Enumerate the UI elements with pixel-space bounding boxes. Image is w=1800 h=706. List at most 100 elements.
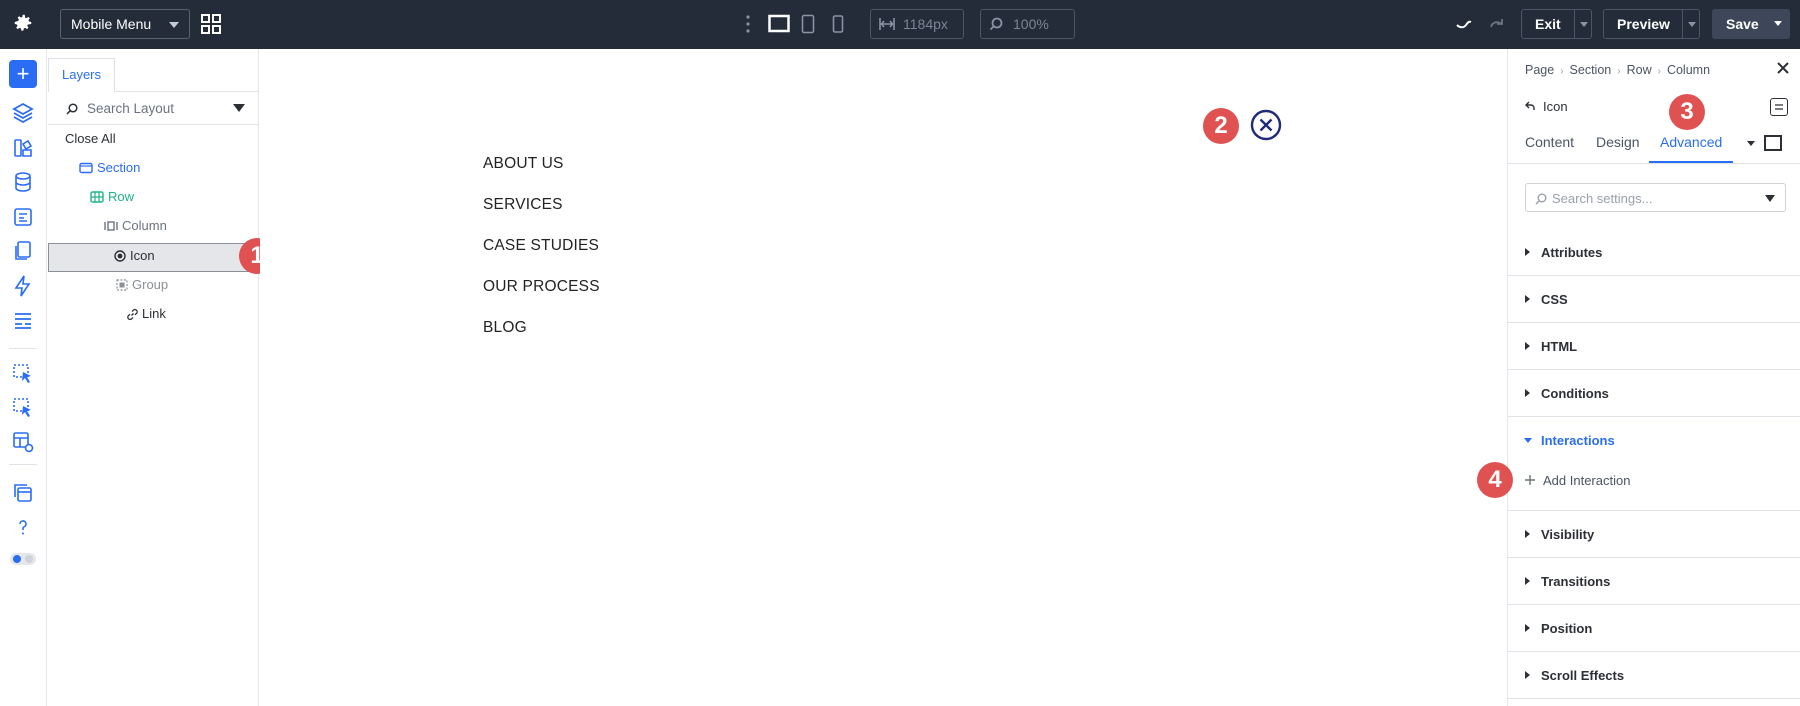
chevron-right-icon: ›	[1617, 66, 1621, 77]
chevron-down-icon[interactable]	[1774, 21, 1782, 26]
add-interaction-button[interactable]: Add Interaction	[1525, 473, 1630, 488]
tree-item-label: Section	[97, 160, 141, 175]
section-attributes[interactable]: Attributes	[1508, 229, 1800, 276]
menu-item-services[interactable]: SERVICES	[483, 196, 563, 214]
chevron-down-icon[interactable]	[1580, 22, 1588, 27]
preview-button[interactable]: Preview	[1603, 9, 1700, 39]
undo-icon[interactable]	[1455, 14, 1473, 32]
group-icon	[116, 279, 128, 291]
module-title-label: Icon	[1543, 99, 1568, 114]
multi-select-icon[interactable]	[11, 396, 35, 420]
panel-options-icon[interactable]	[1770, 98, 1788, 116]
section-scroll-effects[interactable]: Scroll Effects	[1508, 652, 1800, 699]
form-icon[interactable]	[11, 205, 35, 229]
layers-search-input[interactable]: Search Layout	[48, 92, 259, 125]
lightning-icon[interactable]	[11, 274, 35, 298]
section-label: CSS	[1541, 292, 1568, 307]
chevron-right-icon	[1525, 530, 1530, 538]
section-label: Attributes	[1541, 245, 1603, 260]
more-vertical-icon[interactable]	[745, 14, 751, 34]
desktop-icon[interactable]	[768, 14, 790, 34]
pages-icon[interactable]	[11, 239, 35, 263]
save-button[interactable]: Save	[1712, 9, 1790, 39]
section-conditions[interactable]: Conditions	[1508, 370, 1800, 417]
modules-icon[interactable]	[11, 136, 35, 160]
breadcrumb-page[interactable]: Page	[1525, 63, 1554, 77]
redo-icon[interactable]	[1488, 14, 1506, 32]
left-icon-rail: +	[0, 49, 47, 706]
menu-item-our-process[interactable]: OUR PROCESS	[483, 278, 600, 296]
settings-search-input[interactable]: Search settings...	[1525, 183, 1786, 212]
icon-module-icon	[114, 250, 126, 262]
menu-item-blog[interactable]: BLOG	[483, 319, 527, 337]
layers-icon[interactable]	[11, 101, 35, 125]
chevron-down-icon[interactable]	[1688, 22, 1696, 27]
chevron-right-icon	[1525, 671, 1530, 679]
stack-icon[interactable]	[11, 481, 35, 505]
search-icon	[66, 103, 78, 115]
preset-icon[interactable]	[1764, 135, 1782, 151]
breadcrumb-column[interactable]: Column	[1667, 63, 1710, 77]
toggle-icon[interactable]	[9, 551, 37, 567]
exit-button[interactable]: Exit	[1521, 9, 1592, 39]
settings-panel: Page › Section › Row › Column Icon Content Des…	[1507, 49, 1800, 706]
section-label: Scroll Effects	[1541, 668, 1625, 683]
select-icon[interactable]	[11, 362, 35, 386]
section-label: Interactions	[1541, 433, 1615, 448]
chevron-right-icon	[1525, 248, 1530, 256]
menu-item-about[interactable]: ABOUT US	[483, 155, 564, 173]
width-icon	[879, 18, 895, 30]
add-interaction-label: Add Interaction	[1543, 473, 1631, 488]
mode-dropdown[interactable]: Mobile Menu	[60, 9, 190, 39]
breadcrumb: Page › Section › Row › Column	[1525, 63, 1710, 77]
gear-icon[interactable]	[12, 12, 34, 34]
divider	[1574, 10, 1575, 38]
section-label: Conditions	[1541, 386, 1609, 401]
breadcrumb-row[interactable]: Row	[1627, 63, 1652, 77]
close-icon[interactable]	[1776, 61, 1790, 75]
menu-item-case-studies[interactable]: CASE STUDIES	[483, 237, 599, 255]
section-label: Position	[1541, 621, 1593, 636]
section-html[interactable]: HTML	[1508, 323, 1800, 370]
grid-icon[interactable]	[200, 13, 222, 35]
tree-item-label: Link	[142, 306, 166, 321]
section-interactions[interactable]: Interactions	[1508, 417, 1800, 511]
layers-panel: Layers Search Layout Close All Section R…	[48, 49, 259, 706]
close-circle-icon[interactable]	[1250, 109, 1282, 141]
tab-content[interactable]: Content	[1525, 134, 1574, 150]
chevron-right-icon: ›	[1560, 66, 1564, 77]
settings-search-placeholder: Search settings...	[1552, 191, 1653, 206]
database-icon[interactable]	[11, 170, 35, 194]
zoom-field[interactable]: 100%	[980, 9, 1075, 39]
divider	[1682, 10, 1683, 38]
filter-icon[interactable]	[1765, 195, 1775, 202]
list-icon[interactable]	[11, 308, 35, 332]
mode-dropdown-label: Mobile Menu	[71, 16, 152, 32]
breadcrumb-section[interactable]: Section	[1570, 63, 1612, 77]
top-toolbar: Mobile Menu 1184px 100% Exit Preview Sav…	[0, 0, 1800, 49]
chevron-right-icon	[1525, 342, 1530, 350]
divider	[9, 464, 37, 465]
add-button[interactable]: +	[9, 60, 37, 88]
back-arrow-icon[interactable]	[1525, 101, 1535, 111]
step-badge-3: 3	[1669, 94, 1705, 130]
settings-layout-icon[interactable]	[11, 430, 35, 454]
layers-search-placeholder: Search Layout	[87, 101, 175, 116]
section-css[interactable]: CSS	[1508, 276, 1800, 323]
section-transitions[interactable]: Transitions	[1508, 558, 1800, 605]
filter-icon[interactable]	[233, 104, 245, 112]
section-visibility[interactable]: Visibility	[1508, 511, 1800, 558]
tab-design[interactable]: Design	[1596, 134, 1640, 150]
phone-icon[interactable]	[832, 14, 844, 34]
width-value: 1184px	[903, 16, 948, 32]
chevron-down-icon[interactable]	[1747, 141, 1755, 146]
section-position[interactable]: Position	[1508, 605, 1800, 652]
help-icon[interactable]	[11, 515, 35, 539]
width-field[interactable]: 1184px	[870, 9, 964, 39]
tab-layers[interactable]: Layers	[48, 58, 115, 92]
tab-advanced[interactable]: Advanced	[1660, 134, 1722, 150]
section-label: HTML	[1541, 339, 1578, 354]
section-label: Transitions	[1541, 574, 1611, 589]
column-icon	[104, 221, 118, 231]
tablet-icon[interactable]	[801, 14, 815, 34]
